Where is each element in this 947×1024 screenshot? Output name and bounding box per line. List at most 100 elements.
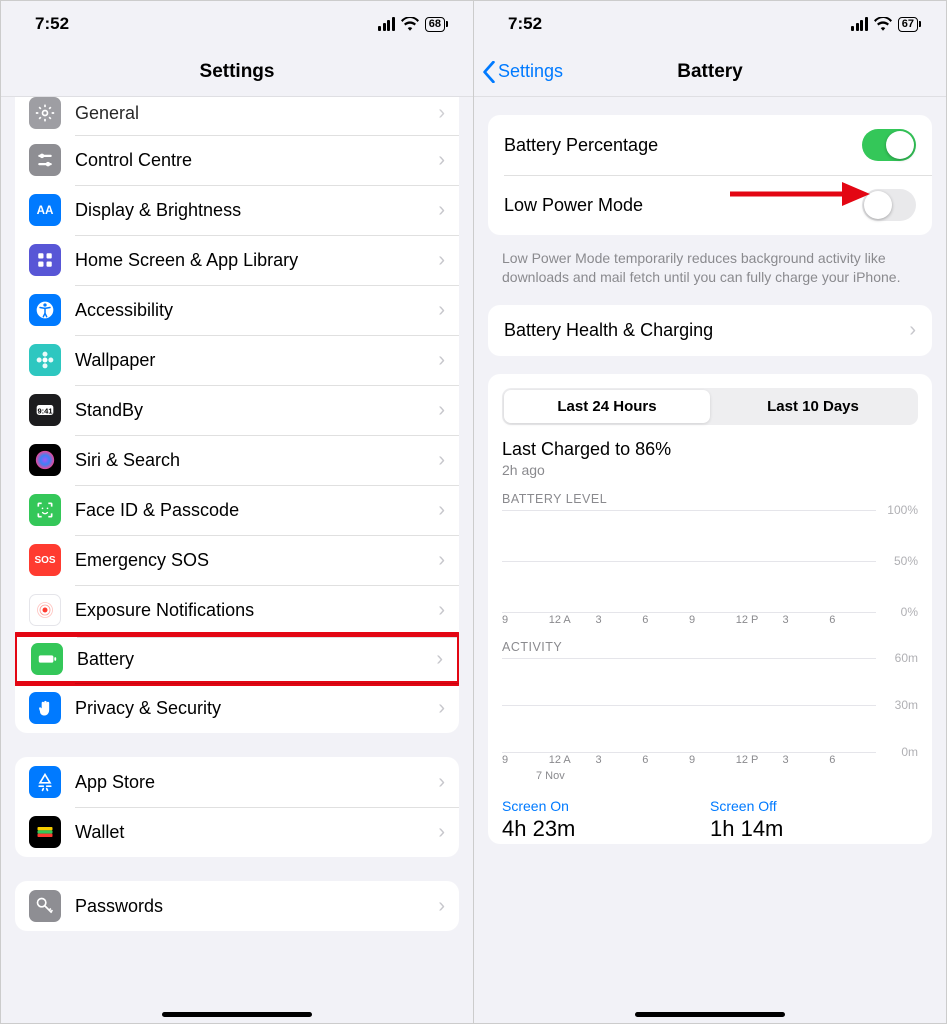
accessibility-icon — [29, 294, 61, 326]
chevron-right-icon: › — [438, 599, 445, 622]
row-label: Siri & Search — [75, 450, 438, 471]
row-label: Exposure Notifications — [75, 600, 438, 621]
settings-screen: 7:52 68 Settings General›Control Centre›… — [1, 1, 473, 1023]
chevron-right-icon: › — [438, 149, 445, 172]
settings-row-general[interactable]: General› — [15, 97, 459, 135]
row-label: Display & Brightness — [75, 200, 438, 221]
chevron-right-icon: › — [438, 821, 445, 844]
chart-bars — [502, 510, 876, 612]
settings-row-passwords[interactable]: Passwords› — [15, 881, 459, 931]
row-label: Control Centre — [75, 150, 438, 171]
hand-icon — [29, 692, 61, 724]
settings-row-siri[interactable]: Siri & Search› — [15, 435, 459, 485]
sun-icon: AA — [29, 194, 61, 226]
settings-row-sos[interactable]: SOSEmergency SOS› — [15, 535, 459, 585]
wifi-icon — [874, 17, 892, 31]
row-label: Battery — [77, 649, 436, 670]
tab-last-24-hours[interactable]: Last 24 Hours — [504, 390, 710, 423]
settings-row-privacy[interactable]: Privacy & Security› — [15, 683, 459, 733]
chevron-right-icon: › — [438, 102, 445, 125]
status-bar: 7:52 67 — [474, 1, 946, 47]
chevron-right-icon: › — [438, 895, 445, 918]
battery-health-group: Battery Health & Charging › — [488, 305, 932, 356]
battery-content[interactable]: Battery Percentage Low Power Mode Low Pow… — [474, 97, 946, 1023]
y-tick: 50% — [894, 554, 918, 568]
toggle-switch[interactable] — [862, 189, 916, 221]
faceid-icon — [29, 494, 61, 526]
status-bar: 7:52 68 — [1, 1, 473, 47]
appstore-icon — [29, 766, 61, 798]
chevron-right-icon: › — [438, 697, 445, 720]
settings-row-exposure[interactable]: Exposure Notifications› — [15, 585, 459, 635]
toggle-label: Battery Percentage — [504, 135, 658, 156]
low-power-mode-description: Low Power Mode temporarily reduces backg… — [474, 243, 946, 287]
cellular-icon — [851, 17, 868, 31]
screen-off-value: 1h 14m — [710, 816, 918, 842]
activity-chart: 60m30m0m912 A36912 P36 — [502, 658, 918, 770]
time-range-segmented[interactable]: Last 24 Hours Last 10 Days — [502, 388, 918, 425]
row-label: Wallet — [75, 822, 438, 843]
back-button[interactable]: Settings — [482, 47, 563, 96]
row-label: Face ID & Passcode — [75, 500, 438, 521]
toggle-label: Low Power Mode — [504, 195, 643, 216]
settings-row-display[interactable]: AA Display & Brightness› — [15, 185, 459, 235]
settings-group: Passwords› — [15, 881, 459, 931]
screen-off-label: Screen Off — [710, 798, 918, 814]
home-indicator[interactable] — [162, 1012, 312, 1017]
chevron-right-icon: › — [909, 319, 916, 342]
row-label: Emergency SOS — [75, 550, 438, 571]
flower-icon — [29, 344, 61, 376]
toggle-row-low-power-mode[interactable]: Low Power Mode — [488, 175, 932, 235]
chevron-right-icon: › — [438, 771, 445, 794]
settings-row-faceid[interactable]: Face ID & Passcode› — [15, 485, 459, 535]
settings-row-control-centre[interactable]: Control Centre› — [15, 135, 459, 185]
settings-row-wallpaper[interactable]: Wallpaper› — [15, 335, 459, 385]
chevron-right-icon: › — [438, 199, 445, 222]
siri-icon — [29, 444, 61, 476]
settings-row-wallet[interactable]: Wallet› — [15, 807, 459, 857]
wallet-icon — [29, 816, 61, 848]
y-tick: 30m — [895, 698, 918, 712]
cellular-icon — [378, 17, 395, 31]
chevron-right-icon: › — [438, 499, 445, 522]
settings-row-accessibility[interactable]: Accessibility› — [15, 285, 459, 335]
key-icon — [29, 890, 61, 922]
settings-row-appstore[interactable]: App Store› — [15, 757, 459, 807]
status-indicators: 67 — [851, 17, 918, 32]
activity-date: 7 Nov — [502, 770, 918, 782]
exposure-icon — [29, 594, 61, 626]
last-charged-time: 2h ago — [502, 462, 918, 478]
chart-bars — [502, 658, 876, 752]
battery-health-row[interactable]: Battery Health & Charging › — [488, 305, 932, 356]
screen-off-stat: Screen Off 1h 14m — [710, 798, 918, 842]
row-label: Passwords — [75, 896, 438, 917]
nav-header: Settings Battery — [474, 47, 946, 97]
grid-icon — [29, 244, 61, 276]
toggle-switch[interactable] — [862, 129, 916, 161]
battery-usage-card: Last 24 Hours Last 10 Days Last Charged … — [488, 374, 932, 844]
sliders-icon — [29, 144, 61, 176]
screen-on-stat: Screen On 4h 23m — [502, 798, 710, 842]
nav-header: Settings — [1, 47, 473, 97]
battery-level-chart: 100%50%0%912 A36912 P36 — [502, 510, 918, 630]
last-charged-title: Last Charged to 86% — [502, 439, 918, 460]
settings-row-home-screen[interactable]: Home Screen & App Library› — [15, 235, 459, 285]
battery-screen: 7:52 67 Settings Battery Battery Percent… — [473, 1, 946, 1023]
chevron-left-icon — [482, 61, 496, 83]
settings-row-standby[interactable]: 9:41StandBy› — [15, 385, 459, 435]
chevron-right-icon: › — [438, 249, 445, 272]
home-indicator[interactable] — [635, 1012, 785, 1017]
usage-summary: Screen On 4h 23m Screen Off 1h 14m — [502, 792, 918, 842]
row-label: General — [75, 103, 438, 124]
tab-last-10-days[interactable]: Last 10 Days — [710, 390, 916, 423]
chevron-right-icon: › — [438, 299, 445, 322]
row-label: Wallpaper — [75, 350, 438, 371]
settings-list[interactable]: General›Control Centre›AADisplay & Brigh… — [1, 97, 473, 1023]
screen-on-value: 4h 23m — [502, 816, 710, 842]
settings-row-battery[interactable]: Battery› — [15, 632, 459, 686]
battery-indicator: 68 — [425, 17, 445, 32]
row-label: Accessibility — [75, 300, 438, 321]
chevron-right-icon: › — [438, 549, 445, 572]
y-tick: 100% — [887, 503, 918, 517]
toggle-row-battery-percentage[interactable]: Battery Percentage — [488, 115, 932, 175]
